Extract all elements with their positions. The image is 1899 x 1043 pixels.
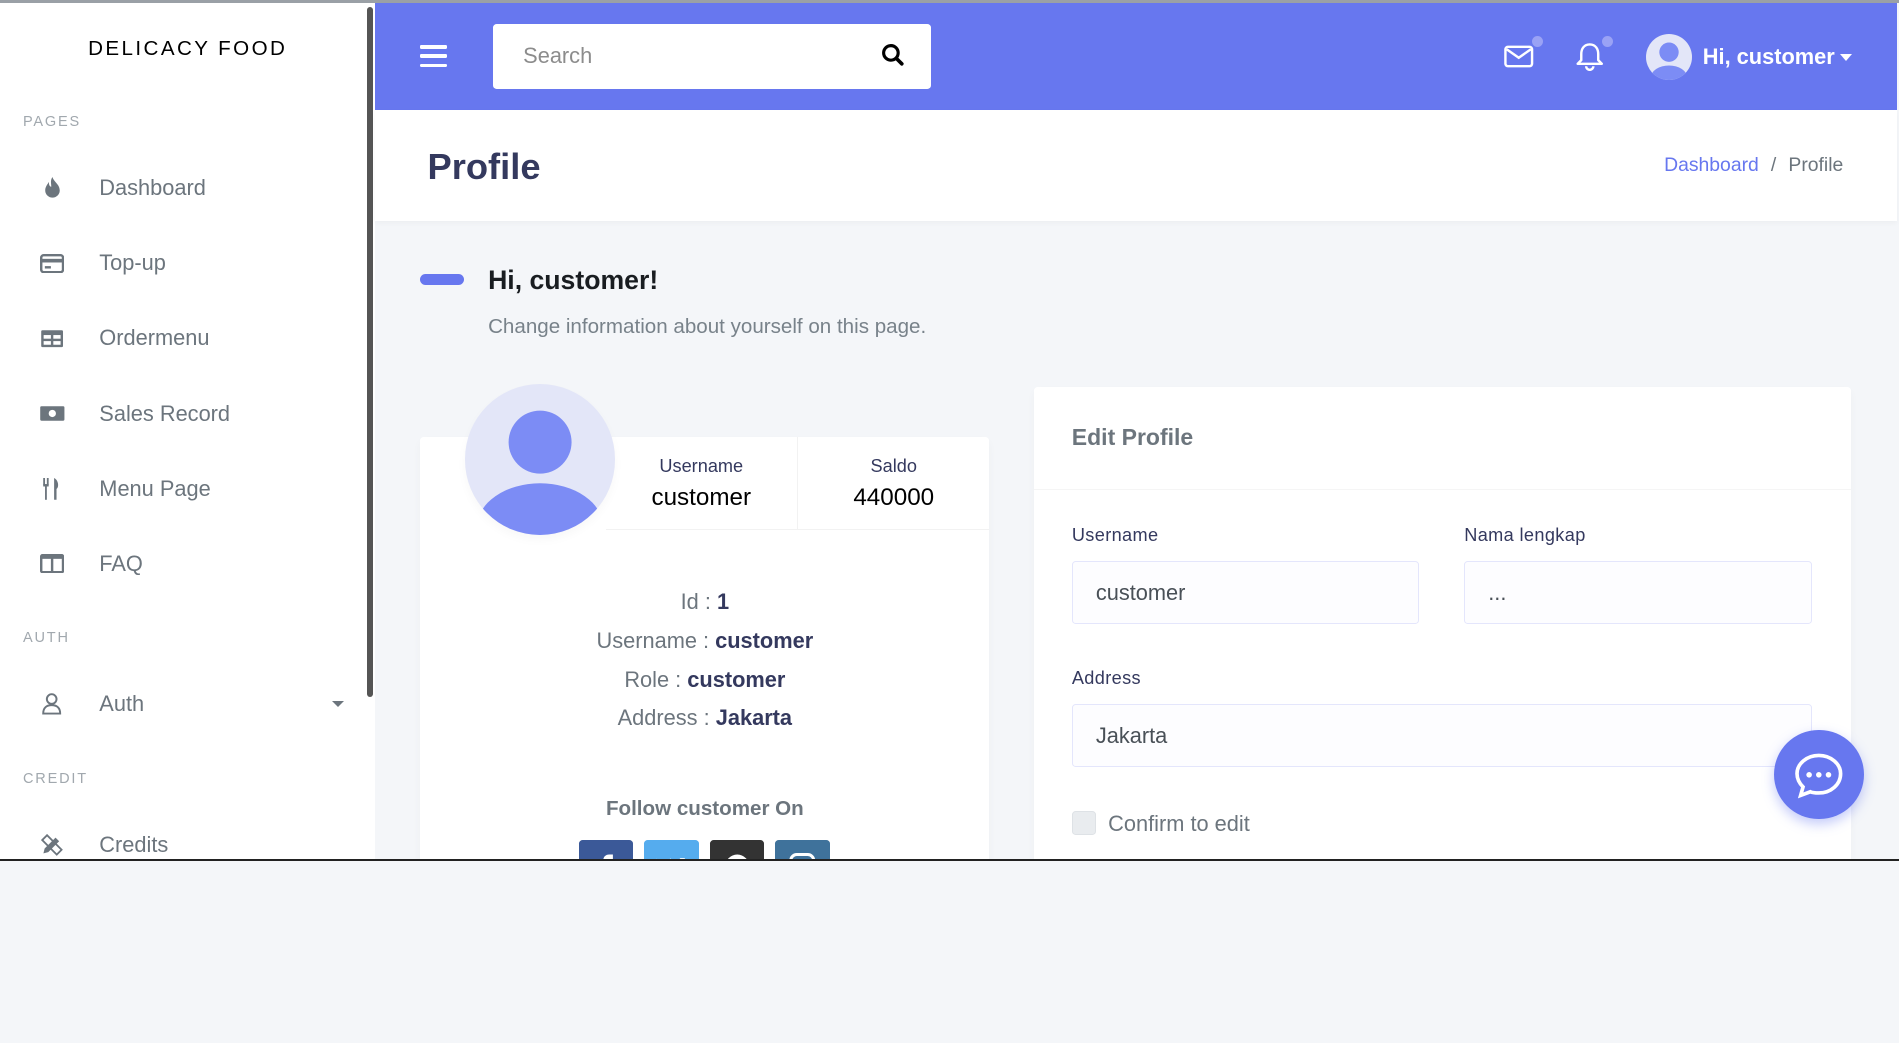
sidebar-item-top-up[interactable]: Top-up	[0, 234, 363, 292]
fullname-label: Nama lengkap	[1464, 524, 1586, 545]
menu-header-credit: CREDIT	[23, 770, 88, 787]
address-label: Address	[1071, 667, 1141, 688]
chevron-down-icon	[331, 700, 344, 707]
sidebar-item-ordermenu[interactable]: Ordermenu	[0, 309, 363, 367]
info-value: 1	[716, 589, 730, 615]
search-form	[492, 23, 932, 89]
pencil-ruler-icon	[39, 833, 66, 857]
sidebar-item-label: Top-up	[99, 250, 166, 276]
bell-icon[interactable]	[1574, 42, 1605, 71]
info-key: Id :	[680, 589, 711, 615]
info-value: Jakarta	[715, 705, 793, 731]
sidebar-item-label: Credits	[99, 831, 169, 857]
info-key: Username :	[596, 627, 710, 653]
sidebar-item-label: Auth	[99, 691, 145, 717]
user-icon	[39, 692, 66, 716]
profile-info: Id : 1 Username : customer Role : custom…	[420, 583, 989, 738]
breadcrumb-dashboard[interactable]: Dashboard	[1664, 154, 1759, 176]
table-icon	[39, 326, 66, 350]
breadcrumb: Dashboard / Profile	[1664, 154, 1843, 177]
confirm-edit-label[interactable]: Confirm to edit	[1108, 811, 1250, 837]
sidebar-item-dashboard[interactable]: Dashboard	[0, 159, 363, 217]
breadcrumb-separator: /	[1770, 154, 1777, 177]
top-navbar: Hi, customer	[375, 3, 1897, 110]
avatar	[1645, 34, 1692, 81]
username-field[interactable]	[1071, 561, 1420, 625]
section-title-accent	[420, 274, 464, 286]
sidebar-scrollbar-thumb[interactable]	[366, 6, 373, 697]
facebook-icon[interactable]	[578, 839, 634, 862]
user-greeting: Hi, customer	[1702, 44, 1835, 70]
sidebar-item-label: Dashboard	[99, 175, 206, 201]
username-label: Username	[1071, 524, 1159, 545]
sidebar-item-credits[interactable]: Credits	[0, 816, 363, 861]
utensils-icon	[39, 477, 66, 501]
fullname-field[interactable]	[1464, 561, 1812, 625]
profile-widget-items: Username customer Saldo 440000	[605, 436, 990, 530]
section-lead: Change information about yourself on thi…	[488, 315, 927, 339]
sidebar-item-faq[interactable]: FAQ	[0, 535, 363, 593]
info-username: Username : customer	[420, 622, 989, 661]
profile-avatar	[465, 384, 616, 535]
twitter-icon[interactable]	[644, 839, 699, 862]
sidebar-item-label: Ordermenu	[99, 325, 210, 351]
chevron-down-icon	[1839, 53, 1852, 61]
message-indicator	[1532, 35, 1543, 47]
edit-profile-title: Edit Profile	[1071, 424, 1194, 451]
sidebar-item-auth[interactable]: Auth	[0, 675, 363, 733]
profile-stat-value: customer	[651, 484, 752, 512]
edit-profile-header: Edit Profile	[1034, 387, 1851, 490]
page-title: Profile	[427, 145, 541, 187]
chat-button[interactable]	[1774, 729, 1864, 820]
profile-stat-label: Username	[659, 455, 744, 476]
menu-toggle-icon[interactable]	[420, 45, 447, 68]
user-dropdown[interactable]: Hi, customer	[1645, 33, 1852, 81]
info-address: Address : Jakarta	[420, 699, 989, 738]
fire-icon	[39, 176, 66, 200]
info-key: Role :	[624, 666, 682, 692]
profile-stat-username: Username customer	[606, 437, 797, 529]
profile-stat-label: Saldo	[870, 455, 917, 476]
search-input[interactable]	[492, 23, 857, 89]
profile-stat-saldo: Saldo 440000	[797, 436, 989, 529]
info-id: Id : 1	[420, 583, 989, 622]
sidebar-item-sales-record[interactable]: Sales Record	[0, 384, 363, 442]
envelope-icon[interactable]	[1503, 42, 1534, 71]
sidebar-item-menu-page[interactable]: Menu Page	[0, 460, 363, 518]
search-icon[interactable]	[880, 42, 907, 69]
sidebar-item-label: Sales Record	[99, 400, 231, 426]
credit-card-icon	[39, 251, 66, 275]
instagram-icon[interactable]	[775, 839, 830, 862]
follow-title: Follow customer On	[605, 797, 804, 821]
brand-logo[interactable]: DELICACY FOOD	[0, 37, 375, 61]
info-value: customer	[687, 666, 786, 692]
breadcrumb-current: Profile	[1788, 154, 1844, 177]
info-value: customer	[715, 627, 814, 653]
section-header: Profile Dashboard / Profile	[375, 109, 1897, 221]
notification-indicator	[1602, 35, 1614, 47]
menu-header-pages: PAGES	[23, 114, 82, 131]
menu-header-auth: AUTH	[23, 630, 70, 647]
profile-stat-value: 440000	[853, 484, 935, 512]
confirm-edit-checkbox[interactable]	[1071, 810, 1097, 836]
info-role: Role : customer	[420, 661, 989, 700]
chat-bubble-icon	[1795, 753, 1843, 799]
info-key: Address :	[617, 705, 710, 731]
columns-icon	[39, 552, 66, 576]
sidebar: DELICACY FOOD PAGES Dashboard Top-up Ord…	[0, 3, 376, 862]
sidebar-item-label: FAQ	[99, 550, 143, 576]
github-icon[interactable]	[709, 839, 765, 862]
money-bill-icon	[39, 401, 66, 425]
address-field[interactable]	[1071, 704, 1812, 768]
sidebar-item-label: Menu Page	[99, 475, 211, 501]
section-title: Hi, customer!	[488, 264, 659, 295]
